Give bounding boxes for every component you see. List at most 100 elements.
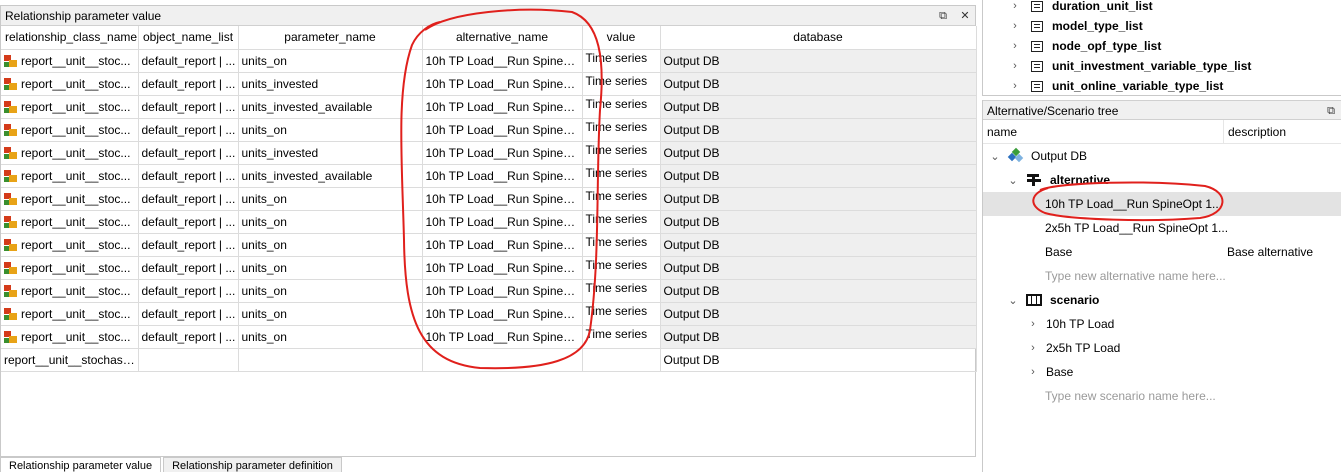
cell-value[interactable]: Time series — [582, 187, 661, 211]
cell-alternative-name[interactable]: 10h TP Load__Run SpineOp... — [422, 164, 583, 188]
cell-parameter-name[interactable]: units_on — [238, 49, 423, 73]
cell-database[interactable]: Output DB — [660, 95, 977, 119]
cell-database[interactable]: Output DB — [660, 187, 977, 211]
column-header[interactable]: alternative_name — [422, 26, 583, 50]
cell-relationship-class[interactable]: report__unit__stoc... — [1, 118, 139, 142]
cell-alternative-name[interactable]: 10h TP Load__Run SpineOp... — [422, 95, 583, 119]
cell-parameter-name[interactable]: units_on — [238, 210, 423, 234]
cell-relationship-class[interactable]: report__unit__stoc... — [1, 164, 139, 188]
cell-value[interactable]: Time series — [582, 325, 661, 349]
cell-object-name-list[interactable]: default_report | ... — [138, 210, 239, 234]
cell-parameter-name[interactable]: units_on — [238, 233, 423, 257]
cell-value[interactable] — [582, 348, 661, 372]
table-row[interactable]: report__unit__stoc... default_report | ..… — [1, 325, 977, 349]
table-row[interactable]: report__unit__stoc... default_report | ..… — [1, 210, 977, 234]
table-row[interactable]: report__unit__stoc... default_report | ..… — [1, 141, 977, 165]
tab-relationship-parameter-value[interactable]: Relationship parameter value — [0, 457, 162, 472]
table-row[interactable]: report__unit__stoc... default_report | ..… — [1, 279, 977, 303]
cell-alternative-name[interactable]: 10h TP Load__Run SpineOp... — [422, 325, 583, 349]
cell-database[interactable]: Output DB — [660, 164, 977, 188]
chevron-right-icon[interactable]: › — [1009, 60, 1021, 72]
chevron-down-icon[interactable]: ⌄ — [1007, 294, 1019, 307]
table-row[interactable]: report__unit__stoc... default_report | ..… — [1, 256, 977, 280]
tab-relationship-parameter-definition[interactable]: Relationship parameter definition — [163, 457, 342, 472]
cell-parameter-name[interactable]: units_on — [238, 187, 423, 211]
cell-value[interactable]: Time series — [582, 164, 661, 188]
table-row[interactable]: report__unit__stoc... default_report | ..… — [1, 118, 977, 142]
cell-database[interactable]: Output DB — [660, 141, 977, 165]
cell-alternative-name[interactable]: 10h TP Load__Run SpineOp... — [422, 279, 583, 303]
tree-item[interactable]: › unit_online_variable_type_list — [983, 76, 1341, 95]
cell-object-name-list[interactable]: default_report | ... — [138, 72, 239, 96]
chevron-right-icon[interactable]: › — [1027, 318, 1039, 330]
cell-value[interactable]: Time series — [582, 233, 661, 257]
cell-object-name-list[interactable]: default_report | ... — [138, 256, 239, 280]
tree-item-alternative-root[interactable]: ⌄ alternative — [983, 168, 1341, 192]
table-row[interactable]: report__unit__stoc... default_report | ..… — [1, 95, 977, 119]
cell-alternative-name[interactable] — [422, 348, 583, 372]
column-header[interactable]: database — [660, 26, 977, 50]
cell-object-name-list[interactable]: default_report | ... — [138, 302, 239, 326]
cell-parameter-name[interactable]: units_invested — [238, 72, 423, 96]
cell-database[interactable]: Output DB — [660, 210, 977, 234]
cell-value[interactable]: Time series — [582, 72, 661, 96]
table-row[interactable]: report__unit__stoc... default_report | ..… — [1, 233, 977, 257]
chevron-right-icon[interactable]: › — [1027, 366, 1039, 378]
cell-value[interactable]: Time series — [582, 49, 661, 73]
cell-object-name-list[interactable]: default_report | ... — [138, 95, 239, 119]
cell-object-name-list[interactable]: default_report | ... — [138, 325, 239, 349]
tree-item-database[interactable]: ⌄ Output DB — [983, 144, 1341, 168]
cell-object-name-list[interactable]: default_report | ... — [138, 164, 239, 188]
cell-object-name-list[interactable]: default_report | ... — [138, 279, 239, 303]
cell-parameter-name[interactable]: units_invested_available — [238, 95, 423, 119]
chevron-down-icon[interactable]: ⌄ — [1007, 174, 1019, 187]
column-header[interactable]: value — [582, 26, 661, 50]
tree-item[interactable]: › node_opf_type_list — [983, 36, 1341, 56]
table-row[interactable]: report__unit__stoc... default_report | ..… — [1, 49, 977, 73]
cell-alternative-name[interactable]: 10h TP Load__Run SpineOp... — [422, 187, 583, 211]
column-header[interactable]: relationship_class_name — [1, 26, 139, 50]
cell-value[interactable]: Time series — [582, 95, 661, 119]
cell-parameter-name[interactable]: units_on — [238, 256, 423, 280]
table-row[interactable]: report__unit__stoc... default_report | ..… — [1, 72, 977, 96]
cell-database[interactable]: Output DB — [660, 233, 977, 257]
table-row[interactable]: report__unit__stoc... default_report | ..… — [1, 164, 977, 188]
chevron-right-icon[interactable]: › — [1009, 80, 1021, 92]
float-icon[interactable]: ⧉ — [937, 6, 949, 26]
cell-object-name-list[interactable]: default_report | ... — [138, 187, 239, 211]
column-header-description[interactable]: description — [1224, 120, 1286, 143]
cell-database[interactable]: Output DB — [660, 256, 977, 280]
tree-item-alternative[interactable]: Base Base alternative — [983, 240, 1341, 264]
float-icon[interactable]: ⧉ — [1325, 101, 1337, 121]
cell-relationship-class[interactable]: report__unit__stochasti... — [1, 348, 139, 372]
chevron-right-icon[interactable]: › — [1009, 0, 1021, 12]
tree-item[interactable]: › duration_unit_list — [983, 0, 1341, 16]
column-header[interactable]: parameter_name — [238, 26, 423, 50]
tree-item-alternative[interactable]: 10h TP Load__Run SpineOpt 1... — [983, 192, 1341, 216]
cell-alternative-name[interactable]: 10h TP Load__Run SpineOp... — [422, 233, 583, 257]
cell-alternative-name[interactable]: 10h TP Load__Run SpineOp... — [422, 141, 583, 165]
chevron-right-icon[interactable]: › — [1009, 40, 1021, 52]
cell-value[interactable]: Time series — [582, 279, 661, 303]
cell-parameter-name[interactable]: units_on — [238, 279, 423, 303]
cell-relationship-class[interactable]: report__unit__stoc... — [1, 72, 139, 96]
cell-database[interactable]: Output DB — [660, 72, 977, 96]
cell-parameter-name[interactable] — [238, 348, 423, 372]
cell-parameter-name[interactable]: units_on — [238, 118, 423, 142]
chevron-down-icon[interactable]: ⌄ — [989, 150, 1001, 163]
cell-database[interactable]: Output DB — [660, 118, 977, 142]
table-row[interactable]: report__unit__stoc... default_report | ..… — [1, 302, 977, 326]
cell-database[interactable]: Output DB — [660, 279, 977, 303]
cell-alternative-name[interactable]: 10h TP Load__Run SpineOp... — [422, 302, 583, 326]
cell-database[interactable]: Output DB — [660, 325, 977, 349]
cell-object-name-list[interactable] — [138, 348, 239, 372]
tree-item-scenario-root[interactable]: ⌄ scenario — [983, 288, 1341, 312]
close-icon[interactable]: ✕ — [959, 6, 971, 26]
tree-item-scenario[interactable]: › Base — [983, 360, 1341, 384]
cell-value[interactable]: Time series — [582, 141, 661, 165]
cell-relationship-class[interactable]: report__unit__stoc... — [1, 325, 139, 349]
cell-object-name-list[interactable]: default_report | ... — [138, 118, 239, 142]
cell-object-name-list[interactable]: default_report | ... — [138, 49, 239, 73]
cell-database[interactable]: Output DB — [660, 49, 977, 73]
table-row[interactable]: report__unit__stoc... default_report | ..… — [1, 187, 977, 211]
